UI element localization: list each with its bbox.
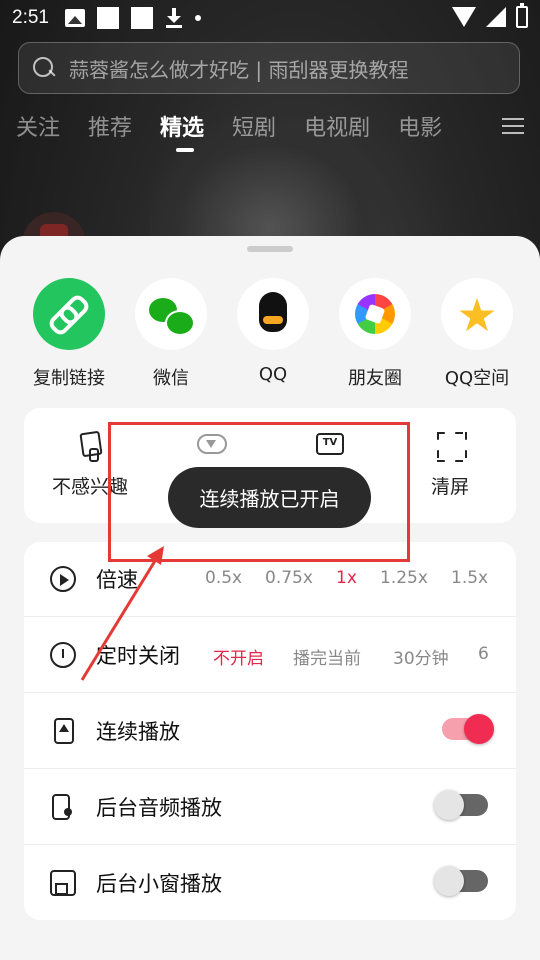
annotation-arrow bbox=[80, 546, 164, 681]
